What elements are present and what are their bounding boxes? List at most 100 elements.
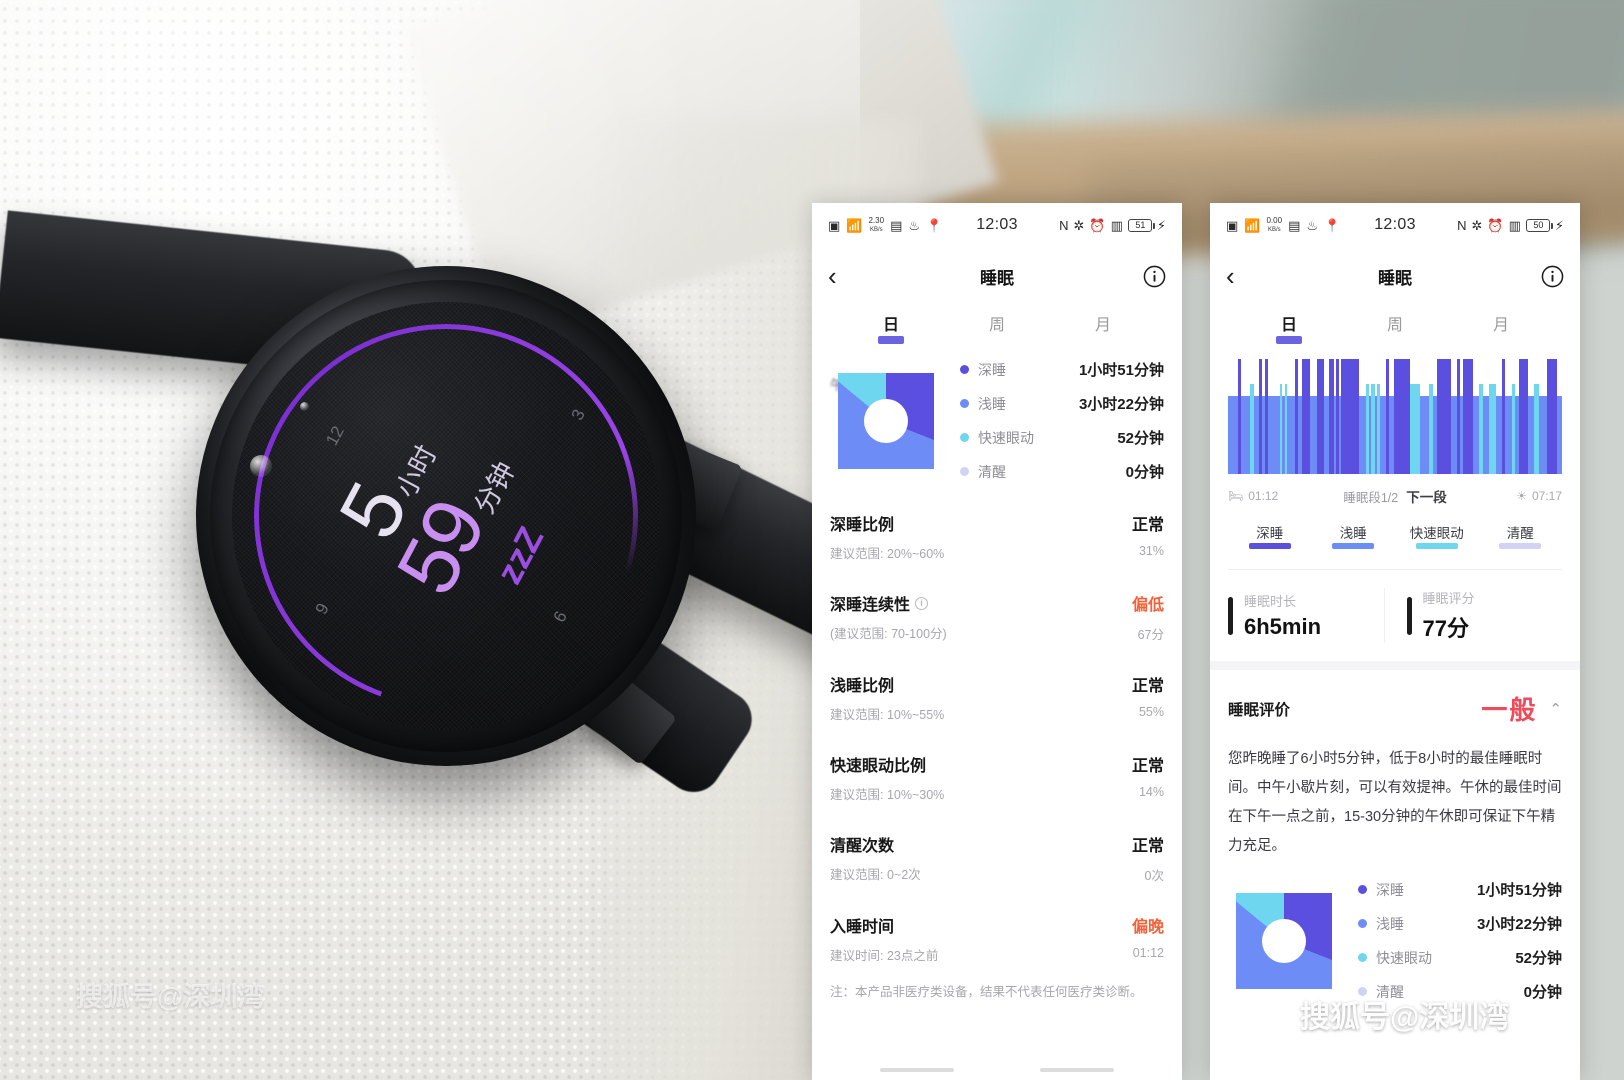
vibrate-icon: ▥ bbox=[1508, 217, 1521, 233]
phone-screenshot-right[interactable]: ▣ 📶 0.00 KB/s ▤ ♨ 📍 12:03 N ✲ ⏰ ▥ 50 ⚡ ‹… bbox=[1210, 203, 1580, 1080]
metric-value: 14% bbox=[1138, 785, 1164, 799]
hypnogram-bars bbox=[1228, 359, 1562, 474]
accent-bar bbox=[1228, 596, 1233, 635]
charging-icon: ⚡ bbox=[1554, 217, 1565, 233]
stage-chip[interactable]: 清醒 bbox=[1479, 522, 1563, 549]
legend-color-dot bbox=[1358, 919, 1367, 928]
vibrate-icon: ▥ bbox=[1110, 217, 1123, 233]
info-icon[interactable]: i bbox=[915, 596, 929, 610]
next-segment-button[interactable]: 下一段 bbox=[1406, 486, 1447, 506]
keyboard-icon: ▤ bbox=[890, 217, 903, 233]
legend-label: 浅睡 bbox=[1376, 915, 1404, 932]
location-icon: 📍 bbox=[1324, 217, 1341, 233]
tab-week[interactable]: 周 bbox=[944, 311, 1050, 345]
hypnogram-bar bbox=[1557, 395, 1562, 474]
accent-bar bbox=[1406, 596, 1412, 635]
hypnogram-bar bbox=[1504, 395, 1512, 474]
stage-chip[interactable]: 快速眼动 bbox=[1395, 522, 1479, 549]
period-tabs[interactable]: 日 周 月 bbox=[1210, 305, 1580, 345]
metric-title-text: 快速眼动比例 bbox=[830, 758, 927, 775]
hypnogram-chart[interactable] bbox=[1210, 345, 1580, 474]
hypnogram-bar bbox=[1228, 395, 1239, 474]
phone-screenshot-left[interactable]: ▣ 📶 2.30 KB/s ▤ ♨ 📍 12:03 N ✲ ⏰ ▥ 51 ⚡ ‹… bbox=[812, 203, 1182, 1080]
metric-range: 建议范围: 20%~60% bbox=[830, 547, 945, 561]
legend-value: 3小时22分钟 bbox=[1078, 396, 1164, 413]
wifi-icon: 📶 bbox=[1244, 217, 1261, 233]
donut-hole bbox=[864, 398, 908, 443]
home-indicator bbox=[812, 1068, 1182, 1072]
sleep-composition-chart: 深睡 1小时51分钟 浅睡 3小时22分钟 快速眼动 52分钟 清醒 0分钟 bbox=[1210, 861, 1580, 1002]
battery-indicator: 50 bbox=[1525, 218, 1553, 232]
home-bar-left bbox=[880, 1068, 954, 1072]
metric-value: 0次 bbox=[1144, 869, 1164, 883]
sleep-segment-label: 睡眠段1/2 bbox=[1343, 490, 1399, 505]
donut-chart bbox=[838, 372, 934, 469]
metric-range: 建议范围: 10%~30% bbox=[830, 788, 945, 802]
metric-title-text: 浅睡比例 bbox=[830, 678, 895, 695]
tab-week-label: 周 bbox=[988, 317, 1005, 334]
period-tabs[interactable]: 日 周 月 bbox=[812, 305, 1182, 345]
chevron-up-icon[interactable]: ⌃ bbox=[1549, 700, 1562, 718]
hypnogram-bar bbox=[1462, 359, 1473, 474]
chart-legend: 深睡 1小时51分钟 浅睡 3小时22分钟 快速眼动 52分钟 清醒 0分钟 bbox=[1332, 879, 1562, 1002]
tab-day[interactable]: 日 bbox=[838, 311, 944, 345]
back-button[interactable]: ‹ bbox=[1226, 263, 1235, 289]
sun-icon: ☀ bbox=[1516, 489, 1527, 503]
metric-row: 清醒次数 建议范围: 0~2次 正常 0次 bbox=[830, 817, 1164, 898]
legend-value: 52分钟 bbox=[1117, 430, 1164, 447]
hypnogram-bar bbox=[1241, 395, 1251, 474]
tab-month-label: 月 bbox=[1094, 317, 1111, 334]
tab-month-label: 月 bbox=[1492, 317, 1509, 334]
tab-month[interactable]: 月 bbox=[1050, 311, 1156, 345]
tab-week[interactable]: 周 bbox=[1342, 311, 1448, 345]
info-icon[interactable] bbox=[1143, 265, 1166, 288]
disclaimer-note: 注：本产品非医疗类设备，结果不代表任何医疗类诊断。 bbox=[830, 985, 1143, 999]
sleep-duration-label: 睡眠时长 bbox=[1244, 594, 1297, 609]
legend-color-dot bbox=[960, 399, 969, 408]
metric-value: 67分 bbox=[1137, 628, 1164, 642]
stage-chip-underline bbox=[1415, 543, 1458, 549]
stage-chip[interactable]: 浅睡 bbox=[1312, 522, 1396, 549]
hypnogram-bar bbox=[1393, 359, 1411, 474]
battery-indicator: 51 bbox=[1127, 218, 1155, 232]
sleep-score-value: 77分 bbox=[1422, 616, 1469, 641]
stage-chip-label: 清醒 bbox=[1506, 526, 1534, 541]
stage-chip[interactable]: 深睡 bbox=[1228, 522, 1312, 549]
bed-icon: 🛏 bbox=[1228, 489, 1244, 503]
tab-day[interactable]: 日 bbox=[1236, 311, 1342, 345]
alarm-icon: ⏰ bbox=[1487, 217, 1504, 233]
nfc-icon: N bbox=[1059, 217, 1069, 233]
title-bar: ‹ 睡眠 bbox=[812, 247, 1182, 305]
metric-range: (建议范围: 70-100分) bbox=[830, 627, 947, 641]
metric-title: 深睡比例 bbox=[830, 511, 944, 535]
tab-day-label: 日 bbox=[1280, 317, 1297, 334]
tab-month[interactable]: 月 bbox=[1448, 311, 1554, 345]
metric-title: 浅睡比例 bbox=[830, 672, 944, 696]
metric-status: 正常 bbox=[1131, 678, 1164, 695]
metric-row: 深睡比例 建议范围: 20%~60% 正常 31% bbox=[830, 496, 1164, 576]
evaluation-grade: 一般 bbox=[1481, 695, 1538, 725]
metric-range: 建议范围: 0~2次 bbox=[830, 868, 921, 882]
alarm-icon: ⏰ bbox=[1089, 217, 1106, 233]
hypnogram-bar bbox=[1437, 359, 1452, 474]
sleep-composition-chart: 深睡 1小时51分钟 浅睡 3小时22分钟 快速眼动 52分钟 清醒 0分钟 bbox=[812, 345, 1182, 492]
legend-row: 深睡 1小时51分钟 bbox=[1358, 879, 1562, 900]
chart-legend: 深睡 1小时51分钟 浅睡 3小时22分钟 快速眼动 52分钟 清醒 0分钟 bbox=[934, 359, 1164, 482]
info-icon[interactable] bbox=[1541, 265, 1564, 288]
hypnogram-bar bbox=[1547, 359, 1558, 474]
nfc-icon: N bbox=[1457, 217, 1467, 233]
stage-chip-underline bbox=[1248, 543, 1291, 549]
network-speed-unit: KB/s bbox=[1267, 227, 1281, 233]
network-speed-value: 0.00 bbox=[1266, 215, 1283, 225]
metric-status: 偏低 bbox=[1131, 597, 1164, 614]
legend-color-dot bbox=[960, 467, 969, 476]
stage-filter-chips[interactable]: 深睡 浅睡 快速眼动 清醒 bbox=[1210, 506, 1580, 549]
metric-title-text: 深睡比例 bbox=[830, 517, 895, 534]
page-title: 睡眠 bbox=[1378, 268, 1412, 288]
back-button[interactable]: ‹ bbox=[828, 263, 837, 289]
watch-screen[interactable]: 12 3 6 9 5 小时 59 分钟 zzZ bbox=[232, 302, 660, 730]
metric-title-text: 清醒次数 bbox=[830, 838, 895, 855]
stage-chip-underline bbox=[1499, 543, 1542, 549]
evaluation-header[interactable]: 睡眠评价 一般 ⌃ bbox=[1210, 670, 1580, 727]
legend-row: 浅睡 3小时22分钟 bbox=[960, 393, 1164, 414]
